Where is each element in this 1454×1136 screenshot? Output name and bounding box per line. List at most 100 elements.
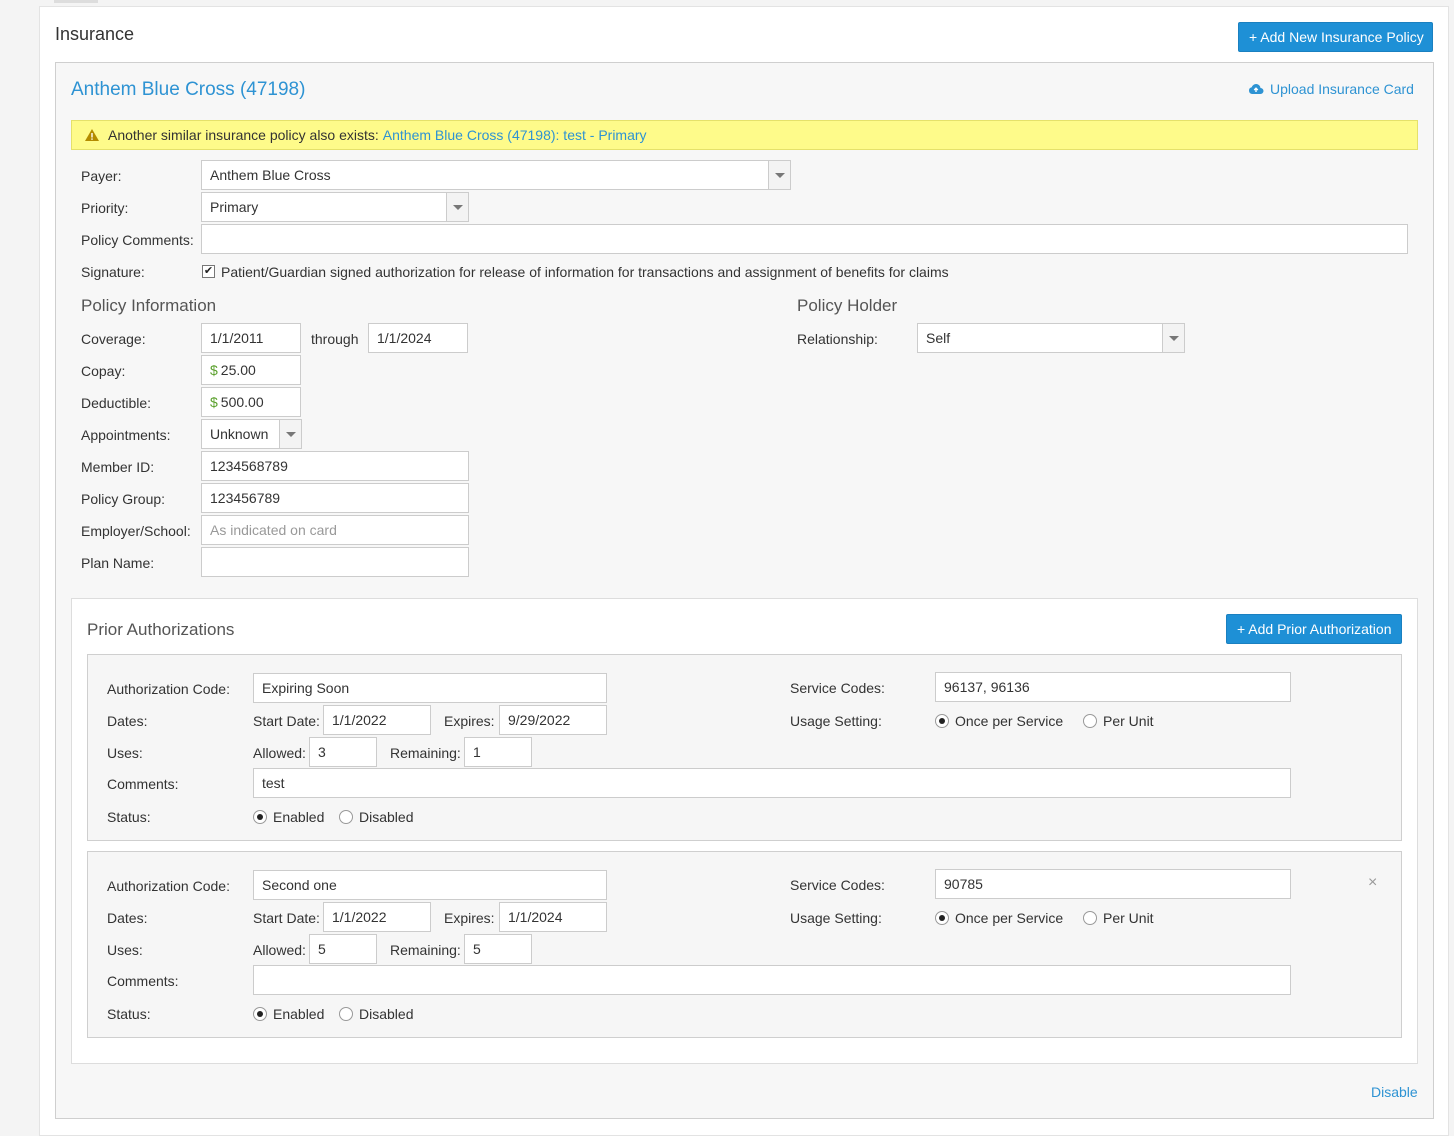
disable-policy-link[interactable]: Disable [1371, 1084, 1418, 1100]
status-label: Status: [107, 809, 151, 825]
remaining-input[interactable]: 1 [464, 737, 532, 767]
chevron-down-icon [1162, 324, 1184, 352]
signature-label: Signature: [81, 264, 145, 280]
comments-label: Comments: [107, 776, 179, 792]
authorization-card-1: Authorization Code: Expiring Soon Dates:… [87, 654, 1402, 841]
signature-text: Patient/Guardian signed authorization fo… [221, 264, 949, 280]
dates-label: Dates: [107, 910, 148, 926]
copay-input[interactable]: $25.00 [201, 355, 301, 385]
allowed-input[interactable]: 3 [309, 737, 377, 767]
usage-setting-label: Usage Setting: [790, 910, 882, 926]
chevron-down-icon [768, 161, 790, 189]
policy-comments-input[interactable] [201, 224, 1408, 254]
auth-code-input[interactable]: Second one [253, 870, 607, 900]
start-date-input[interactable]: 1/1/2022 [323, 902, 431, 932]
plan-name-input[interactable] [201, 547, 469, 577]
start-date-input[interactable]: 1/1/2022 [323, 705, 431, 735]
remaining-label: Remaining: [390, 745, 461, 761]
page-title: Insurance [55, 24, 135, 44]
appointments-label: Appointments: [81, 427, 171, 443]
policy-group-input[interactable]: 123456789 [201, 483, 469, 513]
priority-label: Priority: [81, 200, 129, 216]
deductible-input[interactable]: $500.00 [201, 387, 301, 417]
employer-input[interactable]: As indicated on card [201, 515, 469, 545]
warning-text: Another similar insurance policy also ex… [108, 127, 379, 143]
relationship-label: Relationship: [797, 331, 878, 347]
comments-label: Comments: [107, 973, 179, 989]
signature-checkbox[interactable]: ✔ [202, 265, 215, 278]
usage-per-unit-label: Per Unit [1103, 713, 1154, 729]
insurance-panel: Insurance + Add New Insurance Policy Ant… [39, 6, 1449, 1136]
status-disabled-label: Disabled [359, 809, 414, 825]
policy-title[interactable]: Anthem Blue Cross (47198) [71, 79, 305, 101]
policy-information-heading: Policy Information [81, 296, 217, 315]
service-codes-input[interactable]: 90785 [935, 869, 1291, 899]
allowed-input[interactable]: 5 [309, 934, 377, 964]
policy-group-label: Policy Group: [81, 491, 166, 507]
status-enabled-radio[interactable] [253, 810, 267, 824]
plan-name-label: Plan Name: [81, 555, 155, 571]
appointments-select[interactable]: Unknown [201, 419, 302, 449]
through-label: through [311, 331, 359, 347]
chevron-down-icon [446, 193, 468, 221]
uses-label: Uses: [107, 745, 143, 761]
member-id-input[interactable]: 1234568789 [201, 451, 469, 481]
member-id-label: Member ID: [81, 459, 155, 475]
remaining-input[interactable]: 5 [464, 934, 532, 964]
expires-input[interactable]: 1/1/2024 [499, 902, 607, 932]
copay-label: Copay: [81, 363, 126, 379]
uses-label: Uses: [107, 942, 143, 958]
allowed-label: Allowed: [253, 942, 306, 958]
prior-authorizations-heading: Prior Authorizations [87, 620, 235, 639]
insurance-policy-card: Anthem Blue Cross (47198) Upload Insuran… [55, 62, 1434, 1119]
chevron-down-icon [279, 420, 301, 448]
service-codes-input[interactable]: 96137, 96136 [935, 672, 1291, 702]
deductible-label: Deductible: [81, 395, 152, 411]
add-insurance-policy-button[interactable]: + Add New Insurance Policy [1238, 22, 1433, 52]
status-label: Status: [107, 1006, 151, 1022]
expires-label: Expires: [444, 910, 495, 926]
status-enabled-radio[interactable] [253, 1007, 267, 1021]
auth-code-label: Authorization Code: [107, 878, 230, 894]
auth-comments-input[interactable] [253, 965, 1291, 995]
dates-label: Dates: [107, 713, 148, 729]
payer-label: Payer: [81, 168, 122, 184]
usage-once-radio[interactable] [935, 714, 949, 728]
coverage-end-input[interactable]: 1/1/2024 [368, 323, 468, 353]
payer-value: Anthem Blue Cross [210, 167, 331, 183]
usage-per-unit-radio[interactable] [1083, 911, 1097, 925]
authorization-card-2: Authorization Code: Second one Dates: St… [87, 851, 1402, 1038]
add-prior-authorization-button[interactable]: + Add Prior Authorization [1226, 614, 1402, 644]
status-disabled-radio[interactable] [339, 810, 353, 824]
priority-select[interactable]: Primary [201, 192, 469, 222]
start-date-label: Start Date: [253, 713, 320, 729]
payer-select[interactable]: Anthem Blue Cross [201, 160, 791, 190]
remaining-label: Remaining: [390, 942, 461, 958]
service-codes-label: Service Codes: [790, 680, 885, 696]
priority-value: Primary [210, 199, 259, 215]
coverage-start-input[interactable]: 1/1/2011 [201, 323, 301, 353]
close-icon[interactable]: × [1368, 874, 1377, 892]
dollar-icon: $ [210, 394, 218, 410]
cloud-upload-icon [1249, 84, 1264, 94]
similar-policy-link[interactable]: Anthem Blue Cross (47198): test - Primar… [383, 127, 647, 143]
usage-once-radio[interactable] [935, 911, 949, 925]
prior-authorizations-section: Prior Authorizations + Add Prior Authori… [71, 598, 1418, 1064]
employer-label: Employer/School: [81, 523, 191, 539]
appointments-value: Unknown [210, 426, 269, 442]
copay-value: 25.00 [220, 362, 256, 378]
upload-insurance-card-link[interactable]: Upload Insurance Card [1248, 81, 1414, 97]
relationship-value: Self [926, 330, 951, 346]
usage-setting-label: Usage Setting: [790, 713, 882, 729]
allowed-label: Allowed: [253, 745, 306, 761]
relationship-select[interactable]: Self [917, 323, 1185, 353]
status-disabled-radio[interactable] [339, 1007, 353, 1021]
expires-input[interactable]: 9/29/2022 [499, 705, 607, 735]
duplicate-policy-warning: Another similar insurance policy also ex… [71, 120, 1418, 150]
auth-comments-input[interactable]: test [253, 768, 1291, 798]
deductible-value: 500.00 [220, 394, 264, 410]
usage-per-unit-radio[interactable] [1083, 714, 1097, 728]
upload-insurance-card-label: Upload Insurance Card [1270, 81, 1414, 97]
status-enabled-label: Enabled [273, 809, 325, 825]
auth-code-input[interactable]: Expiring Soon [253, 673, 607, 703]
